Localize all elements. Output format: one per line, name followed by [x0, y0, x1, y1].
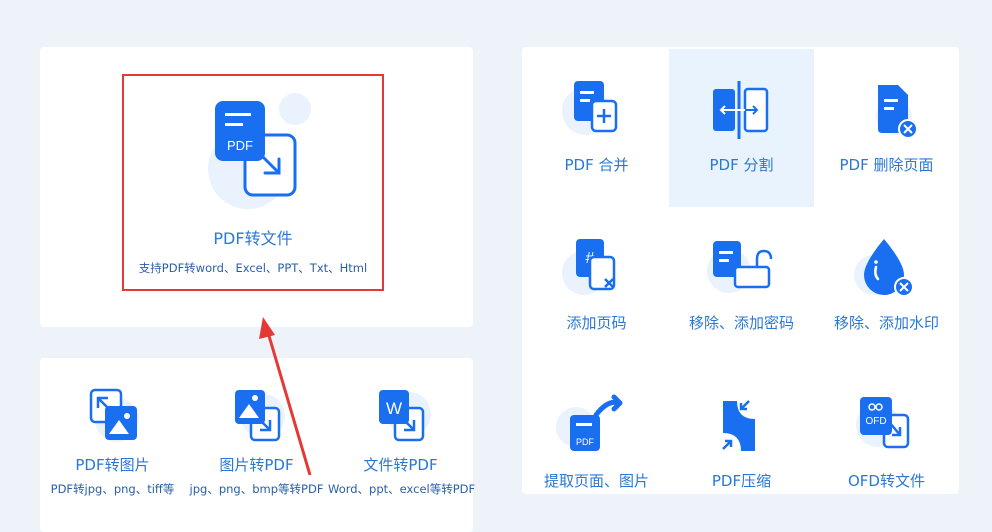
pdf-to-image-label: PDF转图片	[75, 456, 150, 474]
watermark-icon	[854, 239, 914, 297]
pdf-to-file-title: PDF转文件	[213, 229, 293, 248]
file-to-pdf-icon: W	[378, 390, 431, 442]
tool-compress[interactable]: PDF压缩	[669, 365, 814, 523]
tool-watermark-label: 移除、添加水印	[833, 314, 939, 332]
compress-icon	[722, 400, 755, 451]
svg-text:PDF: PDF	[576, 437, 595, 447]
tool-pdf-delete-page[interactable]: PDF 删除页面	[814, 49, 959, 207]
annotation-arrow-icon	[259, 317, 312, 476]
file-to-pdf-label: 文件转PDF	[363, 456, 438, 474]
file-to-pdf-sub: Word、ppt、excel等转PDF	[328, 482, 476, 496]
tool-add-page-number[interactable]: # 添加页码	[524, 207, 669, 365]
tool-password[interactable]: 移除、添加密码	[669, 207, 814, 365]
tool-pdf-merge[interactable]: PDF 合并	[524, 49, 669, 207]
ofd-convert-icon: OFD	[856, 397, 910, 449]
file-to-pdf-item[interactable]: W 文件转PDF Word、ppt、excel等转PDF	[328, 386, 476, 497]
tool-pdf-merge-label: PDF 合并	[564, 156, 629, 174]
pdf-to-image-sub: PDF转jpg、png、tiff等	[50, 482, 175, 496]
pdf-to-file-subtitle: 支持PDF转word、Excel、PPT、Txt、Html	[138, 261, 368, 275]
pdf-to-image-item[interactable]: PDF转图片 PDF转jpg、png、tiff等	[40, 386, 185, 497]
tool-ofd-convert-label: OFD转文件	[848, 472, 925, 490]
svg-text:PDF: PDF	[227, 138, 253, 153]
pdf-delete-page-icon	[876, 85, 918, 139]
tool-extract[interactable]: PDF 提取页面、图片	[524, 365, 669, 523]
tool-watermark[interactable]: 移除、添加水印	[814, 207, 959, 365]
pdf-merge-icon	[562, 81, 618, 135]
tool-pdf-delete-page-label: PDF 删除页面	[839, 156, 934, 174]
tool-add-page-number-label: 添加页码	[566, 314, 627, 332]
tool-compress-label: PDF压缩	[711, 472, 772, 490]
tools-card: PDF 合并 PDF 分割 PDF 删除页面 #	[522, 47, 959, 494]
pdf-split-icon	[713, 81, 769, 139]
svg-text:W: W	[385, 399, 401, 418]
password-icon	[707, 241, 773, 293]
pdf-to-file-icon: PDF	[208, 93, 311, 209]
tool-ofd-convert[interactable]: OFD OFD转文件	[814, 365, 959, 523]
pdf-to-image-icon	[89, 388, 139, 442]
pdf-to-file-card[interactable]: PDF PDF转文件 支持PDF转word、Excel、PPT、Txt、Html	[40, 47, 473, 327]
tool-extract-label: 提取页面、图片	[543, 472, 649, 490]
tool-password-label: 移除、添加密码	[688, 314, 794, 332]
tool-pdf-split-label: PDF 分割	[709, 156, 774, 174]
svg-text:OFD: OFD	[865, 416, 886, 427]
add-page-number-icon: #	[562, 239, 616, 295]
extract-icon: PDF	[556, 394, 623, 451]
tool-pdf-split[interactable]: PDF 分割	[669, 49, 814, 207]
